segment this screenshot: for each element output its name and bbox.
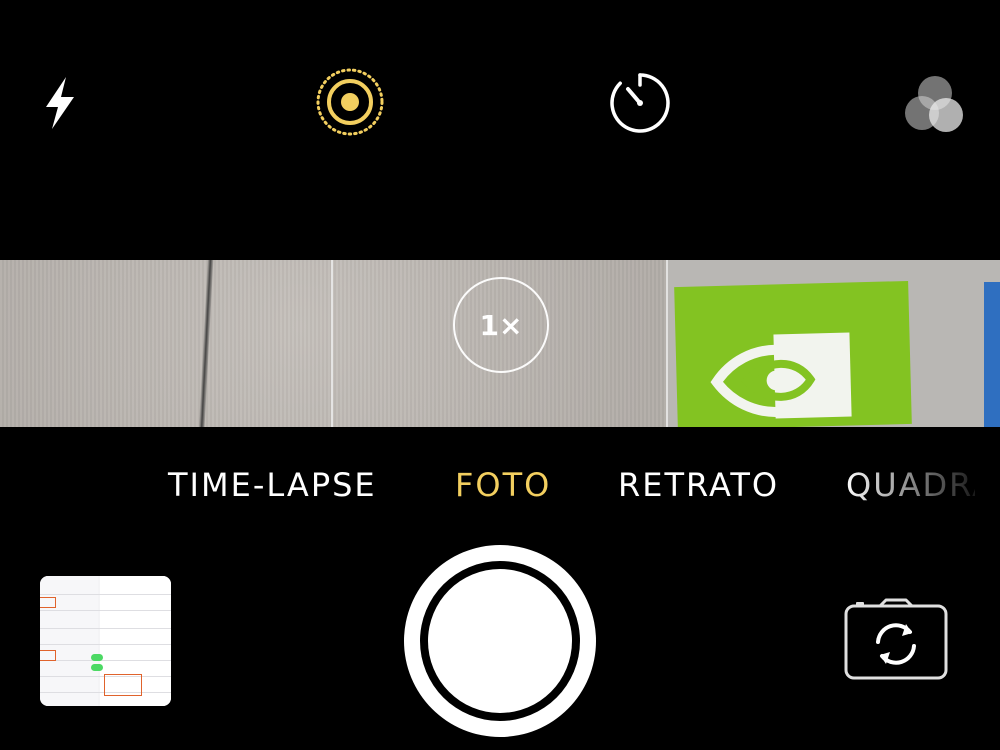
zoom-label: 1× [479,308,523,342]
mode-quadrado[interactable]: QUADRADO [846,466,975,504]
thumb-divider [40,594,171,595]
thumb-highlight-box [104,674,142,696]
thumb-highlight-box [40,597,56,608]
logo-graphic [710,332,852,419]
mode-foto[interactable]: FOTO [455,466,551,504]
zoom-toggle-button[interactable]: 1× [453,277,549,373]
flash-icon [46,77,74,129]
filters-button[interactable] [890,62,970,142]
switch-camera-icon [844,598,948,680]
flash-button[interactable] [20,63,100,143]
thumb-toggle [91,664,103,671]
green-card [674,280,912,427]
grid-line-right [666,260,668,427]
thumb-divider [40,610,171,611]
thumb-divider [40,660,171,661]
blue-object [984,282,1000,427]
thumb-highlight-box [40,650,56,661]
live-photo-icon [316,68,384,136]
mode-time-lapse[interactable]: TIME-LAPSE [168,466,377,504]
grid-line-left [331,260,333,427]
thumb-left-column [40,576,98,706]
thumb-divider [40,644,171,645]
switch-camera-button[interactable] [842,596,950,684]
timer-icon [610,73,670,133]
timer-button[interactable] [600,63,680,143]
shutter-inner-circle [428,569,572,713]
last-photo-thumbnail[interactable] [40,576,171,706]
shutter-button[interactable] [404,545,596,737]
thumb-toggle [91,654,103,661]
live-photo-button[interactable] [310,62,390,142]
filters-icon [905,76,963,132]
mode-retrato[interactable]: RETRATO [618,466,779,504]
thumb-divider [40,628,171,629]
mode-selector[interactable]: TIME-LAPSE FOTO RETRATO QUADRADO [0,462,975,512]
